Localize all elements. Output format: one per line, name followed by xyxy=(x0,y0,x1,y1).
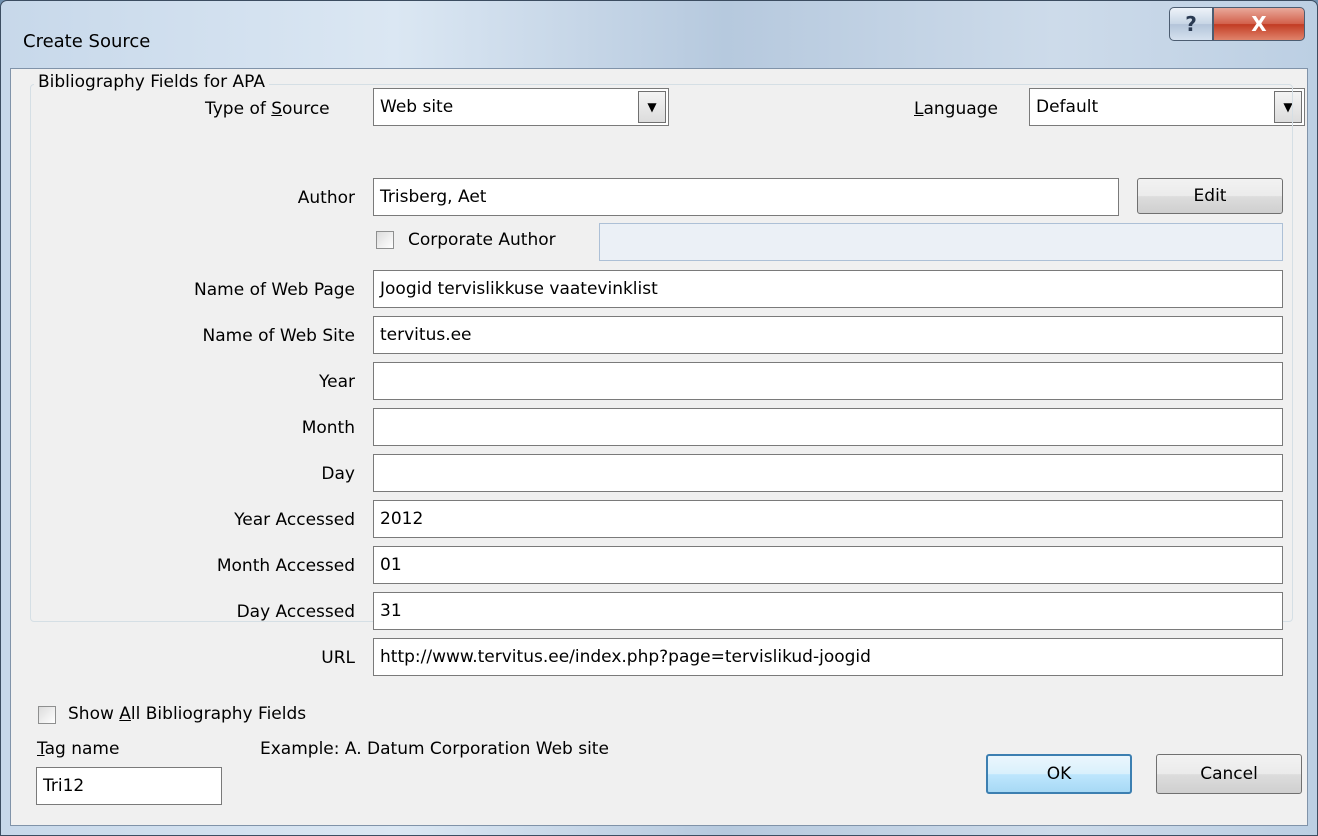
show-all-fields-label: Show All Bibliography Fields xyxy=(68,704,307,724)
ok-button[interactable]: OK xyxy=(986,754,1132,794)
tag-name-field[interactable]: Tri12 xyxy=(36,767,222,805)
day-accessed-field[interactable]: 31 xyxy=(373,592,1283,630)
corporate-author-checkbox[interactable] xyxy=(376,231,394,249)
url-field[interactable]: http://www.tervitus.ee/index.php?page=te… xyxy=(373,638,1283,676)
cancel-button[interactable]: Cancel xyxy=(1156,754,1302,794)
month-accessed-field[interactable]: 01 xyxy=(373,546,1283,584)
edit-author-button[interactable]: Edit xyxy=(1137,178,1283,214)
corporate-author-field[interactable] xyxy=(599,223,1283,261)
field-label-year: Year xyxy=(319,372,355,392)
field-label-web-site: Name of Web Site xyxy=(202,326,355,346)
author-label: Author xyxy=(297,188,355,208)
close-button[interactable]: X xyxy=(1213,7,1305,41)
year-field[interactable] xyxy=(373,362,1283,400)
help-icon: ? xyxy=(1185,12,1197,36)
dialog-title: Create Source xyxy=(23,31,151,52)
field-label-month: Month xyxy=(301,418,355,438)
field-label-month-accessed: Month Accessed xyxy=(216,556,355,576)
corporate-author-label: Corporate Author xyxy=(408,230,556,250)
month-field[interactable] xyxy=(373,408,1283,446)
field-label-url: URL xyxy=(321,648,355,668)
tag-name-label: Tag name xyxy=(37,739,120,759)
name-of-web-page-field[interactable]: Joogid tervislikkuse vaatevinklist xyxy=(373,270,1283,308)
close-icon: X xyxy=(1251,12,1267,36)
field-label-year-accessed: Year Accessed xyxy=(234,510,355,530)
name-of-web-site-field[interactable]: tervitus.ee xyxy=(373,316,1283,354)
day-field[interactable] xyxy=(373,454,1283,492)
group-title: Bibliography Fields for APA xyxy=(34,72,269,92)
field-label-web-page: Name of Web Page xyxy=(194,280,355,300)
year-accessed-field[interactable]: 2012 xyxy=(373,500,1283,538)
title-bar[interactable]: Create Source ? X xyxy=(1,1,1317,67)
show-all-fields-checkbox[interactable] xyxy=(38,706,56,724)
field-label-day-accessed: Day Accessed xyxy=(236,602,355,622)
author-field[interactable]: Trisberg, Aet xyxy=(373,178,1119,216)
create-source-dialog: Create Source ? X Type of Source Web sit… xyxy=(0,0,1318,836)
tag-example-text: Example: A. Datum Corporation Web site xyxy=(260,739,609,759)
field-label-day: Day xyxy=(321,464,355,484)
help-button[interactable]: ? xyxy=(1169,7,1213,41)
